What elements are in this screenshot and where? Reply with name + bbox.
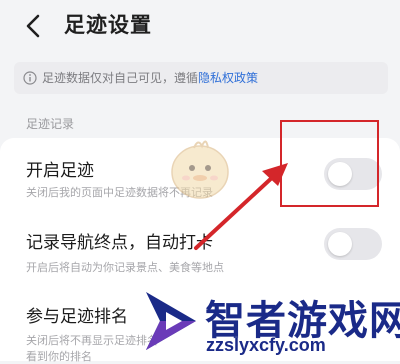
notice-text: 足迹数据仅对自己可见，遵循隐私权政策 (42, 62, 258, 94)
setting-description-line2: 看到你的排名 (26, 351, 92, 363)
info-icon (23, 71, 37, 85)
privacy-policy-link[interactable]: 隐私权政策 (198, 71, 258, 85)
page-title: 足迹设置 (64, 14, 152, 37)
enable-footprint-toggle[interactable] (324, 158, 382, 190)
setting-title: 开启足迹 (26, 161, 94, 180)
setting-title: 记录导航终点，自动打卡 (26, 233, 213, 252)
setting-description: 关闭后我的页面中足迹数据将不再记录 (26, 187, 213, 199)
chevron-left-icon[interactable] (22, 12, 44, 40)
notice-body: 足迹数据仅对自己可见，遵循 (42, 71, 199, 85)
toggle-knob (328, 232, 352, 256)
setting-row-auto-checkin: 记录导航终点，自动打卡 开启后将自动为你记录景点、美食等地点 (0, 226, 400, 296)
watermark-url: zzslyxcfy.com (206, 335, 326, 355)
privacy-notice: 足迹数据仅对自己可见，遵循隐私权政策 (14, 62, 388, 94)
toggle-knob (328, 162, 352, 186)
auto-checkin-toggle[interactable] (324, 228, 382, 260)
setting-description: 开启后将自动为你记录景点、美食等地点 (26, 262, 224, 274)
section-title: 足迹记录 (26, 117, 75, 131)
setting-row-enable-footprint: 开启足迹 关闭后我的页面中足迹数据将不再记录 (0, 154, 400, 224)
header: 足迹设置 (0, 0, 400, 56)
setting-title: 参与足迹排名 (26, 307, 128, 326)
setting-description: 关闭后将不再显示足迹排名 (26, 335, 158, 347)
